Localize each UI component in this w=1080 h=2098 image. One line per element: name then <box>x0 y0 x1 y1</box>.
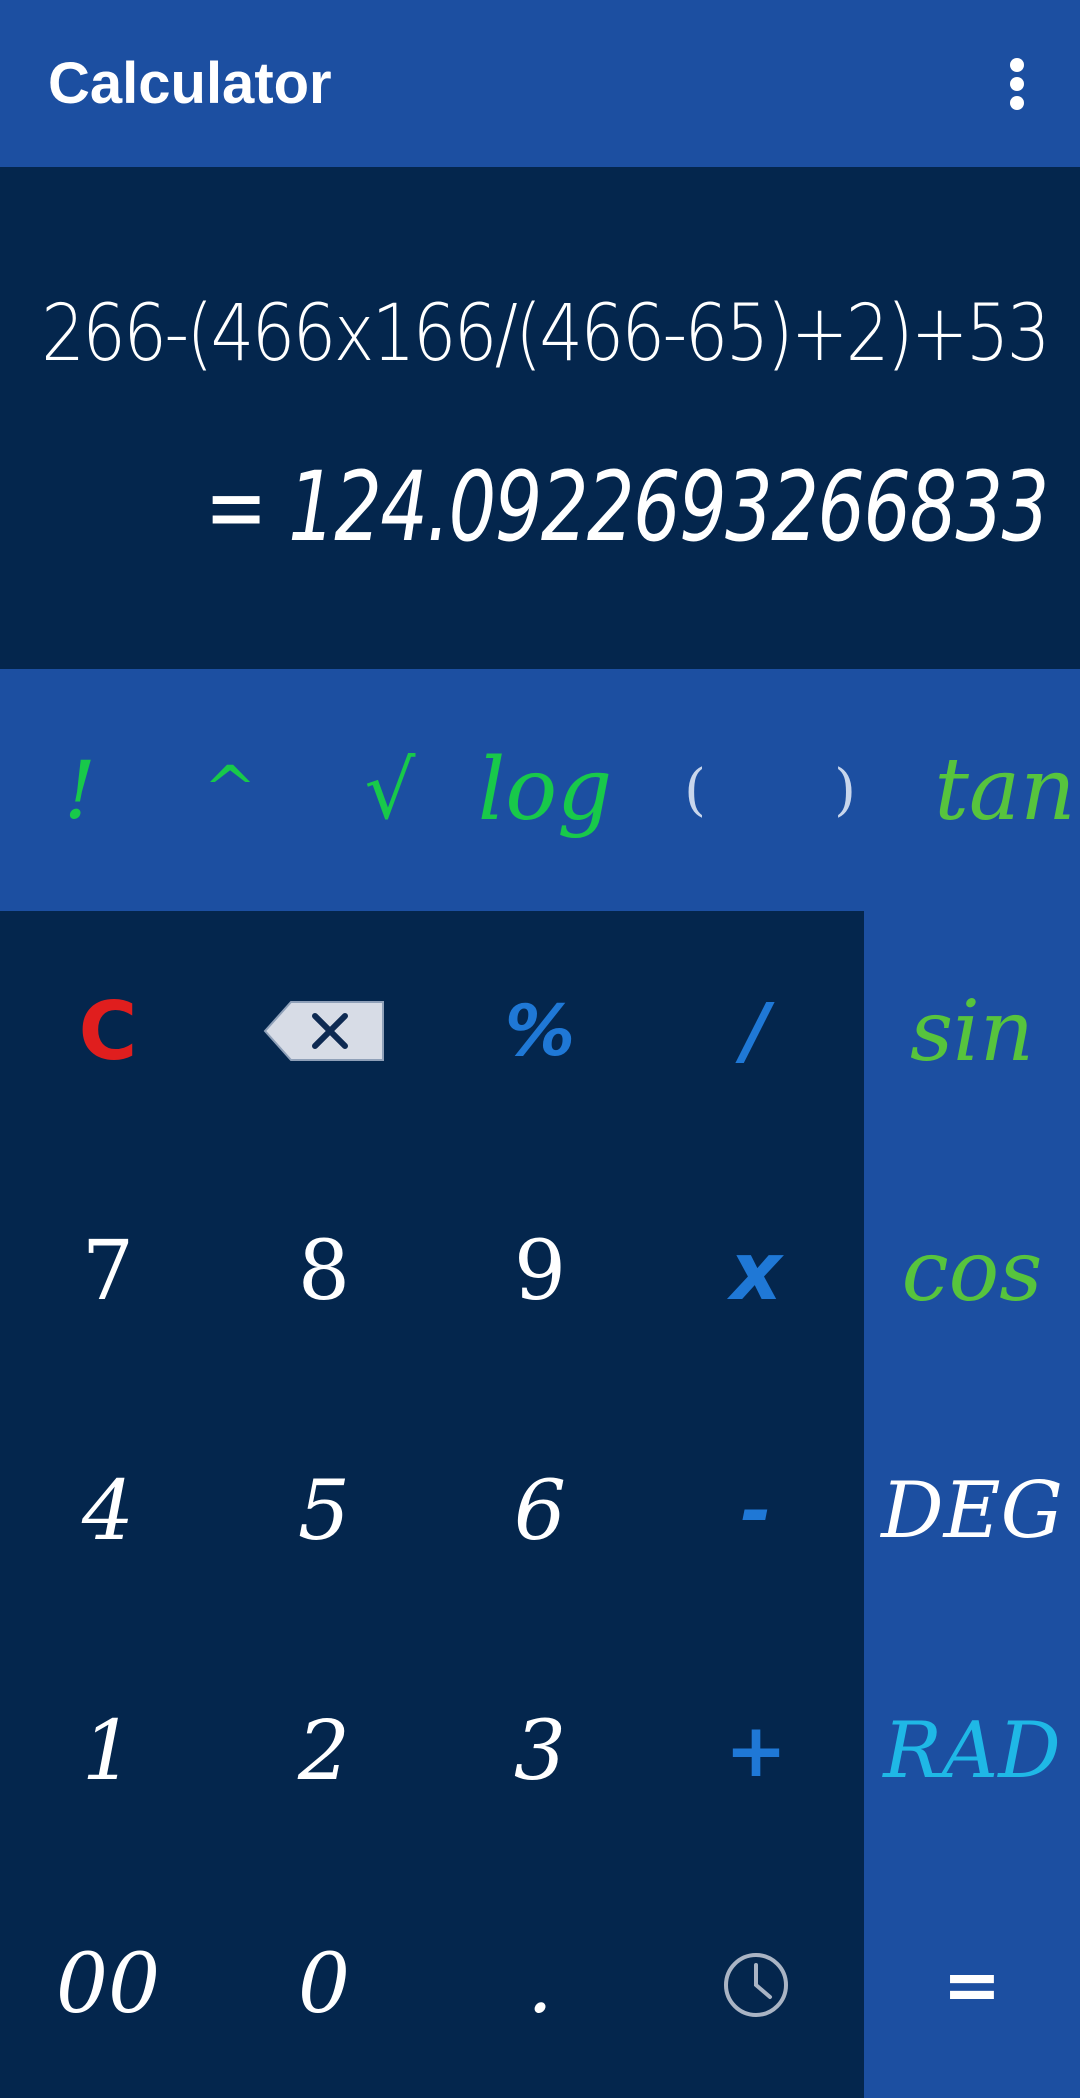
more-vert-icon[interactable] <box>982 48 1046 120</box>
deg-button[interactable]: DEG <box>864 1391 1080 1631</box>
multiply-button[interactable]: x <box>648 1151 864 1391</box>
display-panel: 266-(466x166/(466-65)+2)+53 = 124.092269… <box>0 167 1080 669</box>
scientific-row: ! ^ √ log ( ) tan <box>0 669 1080 911</box>
digit-2-button[interactable]: 2 <box>216 1631 432 1871</box>
digit-3-button[interactable]: 3 <box>432 1631 648 1871</box>
function-column: sin cos DEG RAD = <box>864 911 1080 2098</box>
decimal-button[interactable]: . <box>432 1871 648 2098</box>
percent-button[interactable]: % <box>432 911 648 1151</box>
keypad: C % / 7 8 9 x 4 5 6 - 1 2 3 + 00 0 . <box>0 911 864 2098</box>
log-button[interactable]: log <box>470 669 620 911</box>
digit-4-button[interactable]: 4 <box>0 1391 216 1631</box>
clear-button[interactable]: C <box>0 911 216 1151</box>
digit-1-button[interactable]: 1 <box>0 1631 216 1871</box>
double-zero-button[interactable]: 00 <box>0 1871 216 2098</box>
open-paren-button[interactable]: ( <box>660 669 730 911</box>
cos-button[interactable]: cos <box>864 1151 1080 1391</box>
equals-button[interactable]: = <box>864 1871 1080 2098</box>
digit-6-button[interactable]: 6 <box>432 1391 648 1631</box>
sqrt-button[interactable]: √ <box>340 669 440 911</box>
app-title: Calculator <box>48 51 332 116</box>
app-bar: Calculator <box>0 0 1080 167</box>
history-clock-icon <box>724 1952 788 2017</box>
tan-button[interactable]: tan <box>930 669 1080 911</box>
factorial-button[interactable]: ! <box>30 669 130 911</box>
sin-button[interactable]: sin <box>864 911 1080 1151</box>
rad-button[interactable]: RAD <box>864 1631 1080 1871</box>
digit-9-button[interactable]: 9 <box>432 1151 648 1391</box>
backspace-button[interactable] <box>216 911 432 1151</box>
power-button[interactable]: ^ <box>180 669 280 911</box>
backspace-icon <box>263 1001 384 1061</box>
plus-button[interactable]: + <box>648 1631 864 1871</box>
expression-display: 266-(466x166/(466-65)+2)+53 <box>41 289 1050 379</box>
close-paren-button[interactable]: ) <box>810 669 880 911</box>
digit-5-button[interactable]: 5 <box>216 1391 432 1631</box>
digit-8-button[interactable]: 8 <box>216 1151 432 1391</box>
digit-0-button[interactable]: 0 <box>216 1871 432 2098</box>
history-button[interactable] <box>648 1871 864 2098</box>
digit-7-button[interactable]: 7 <box>0 1151 216 1391</box>
minus-button[interactable]: - <box>648 1391 864 1631</box>
result-display: = 124.0922693266833 <box>205 451 1050 563</box>
divide-button[interactable]: / <box>648 911 864 1151</box>
